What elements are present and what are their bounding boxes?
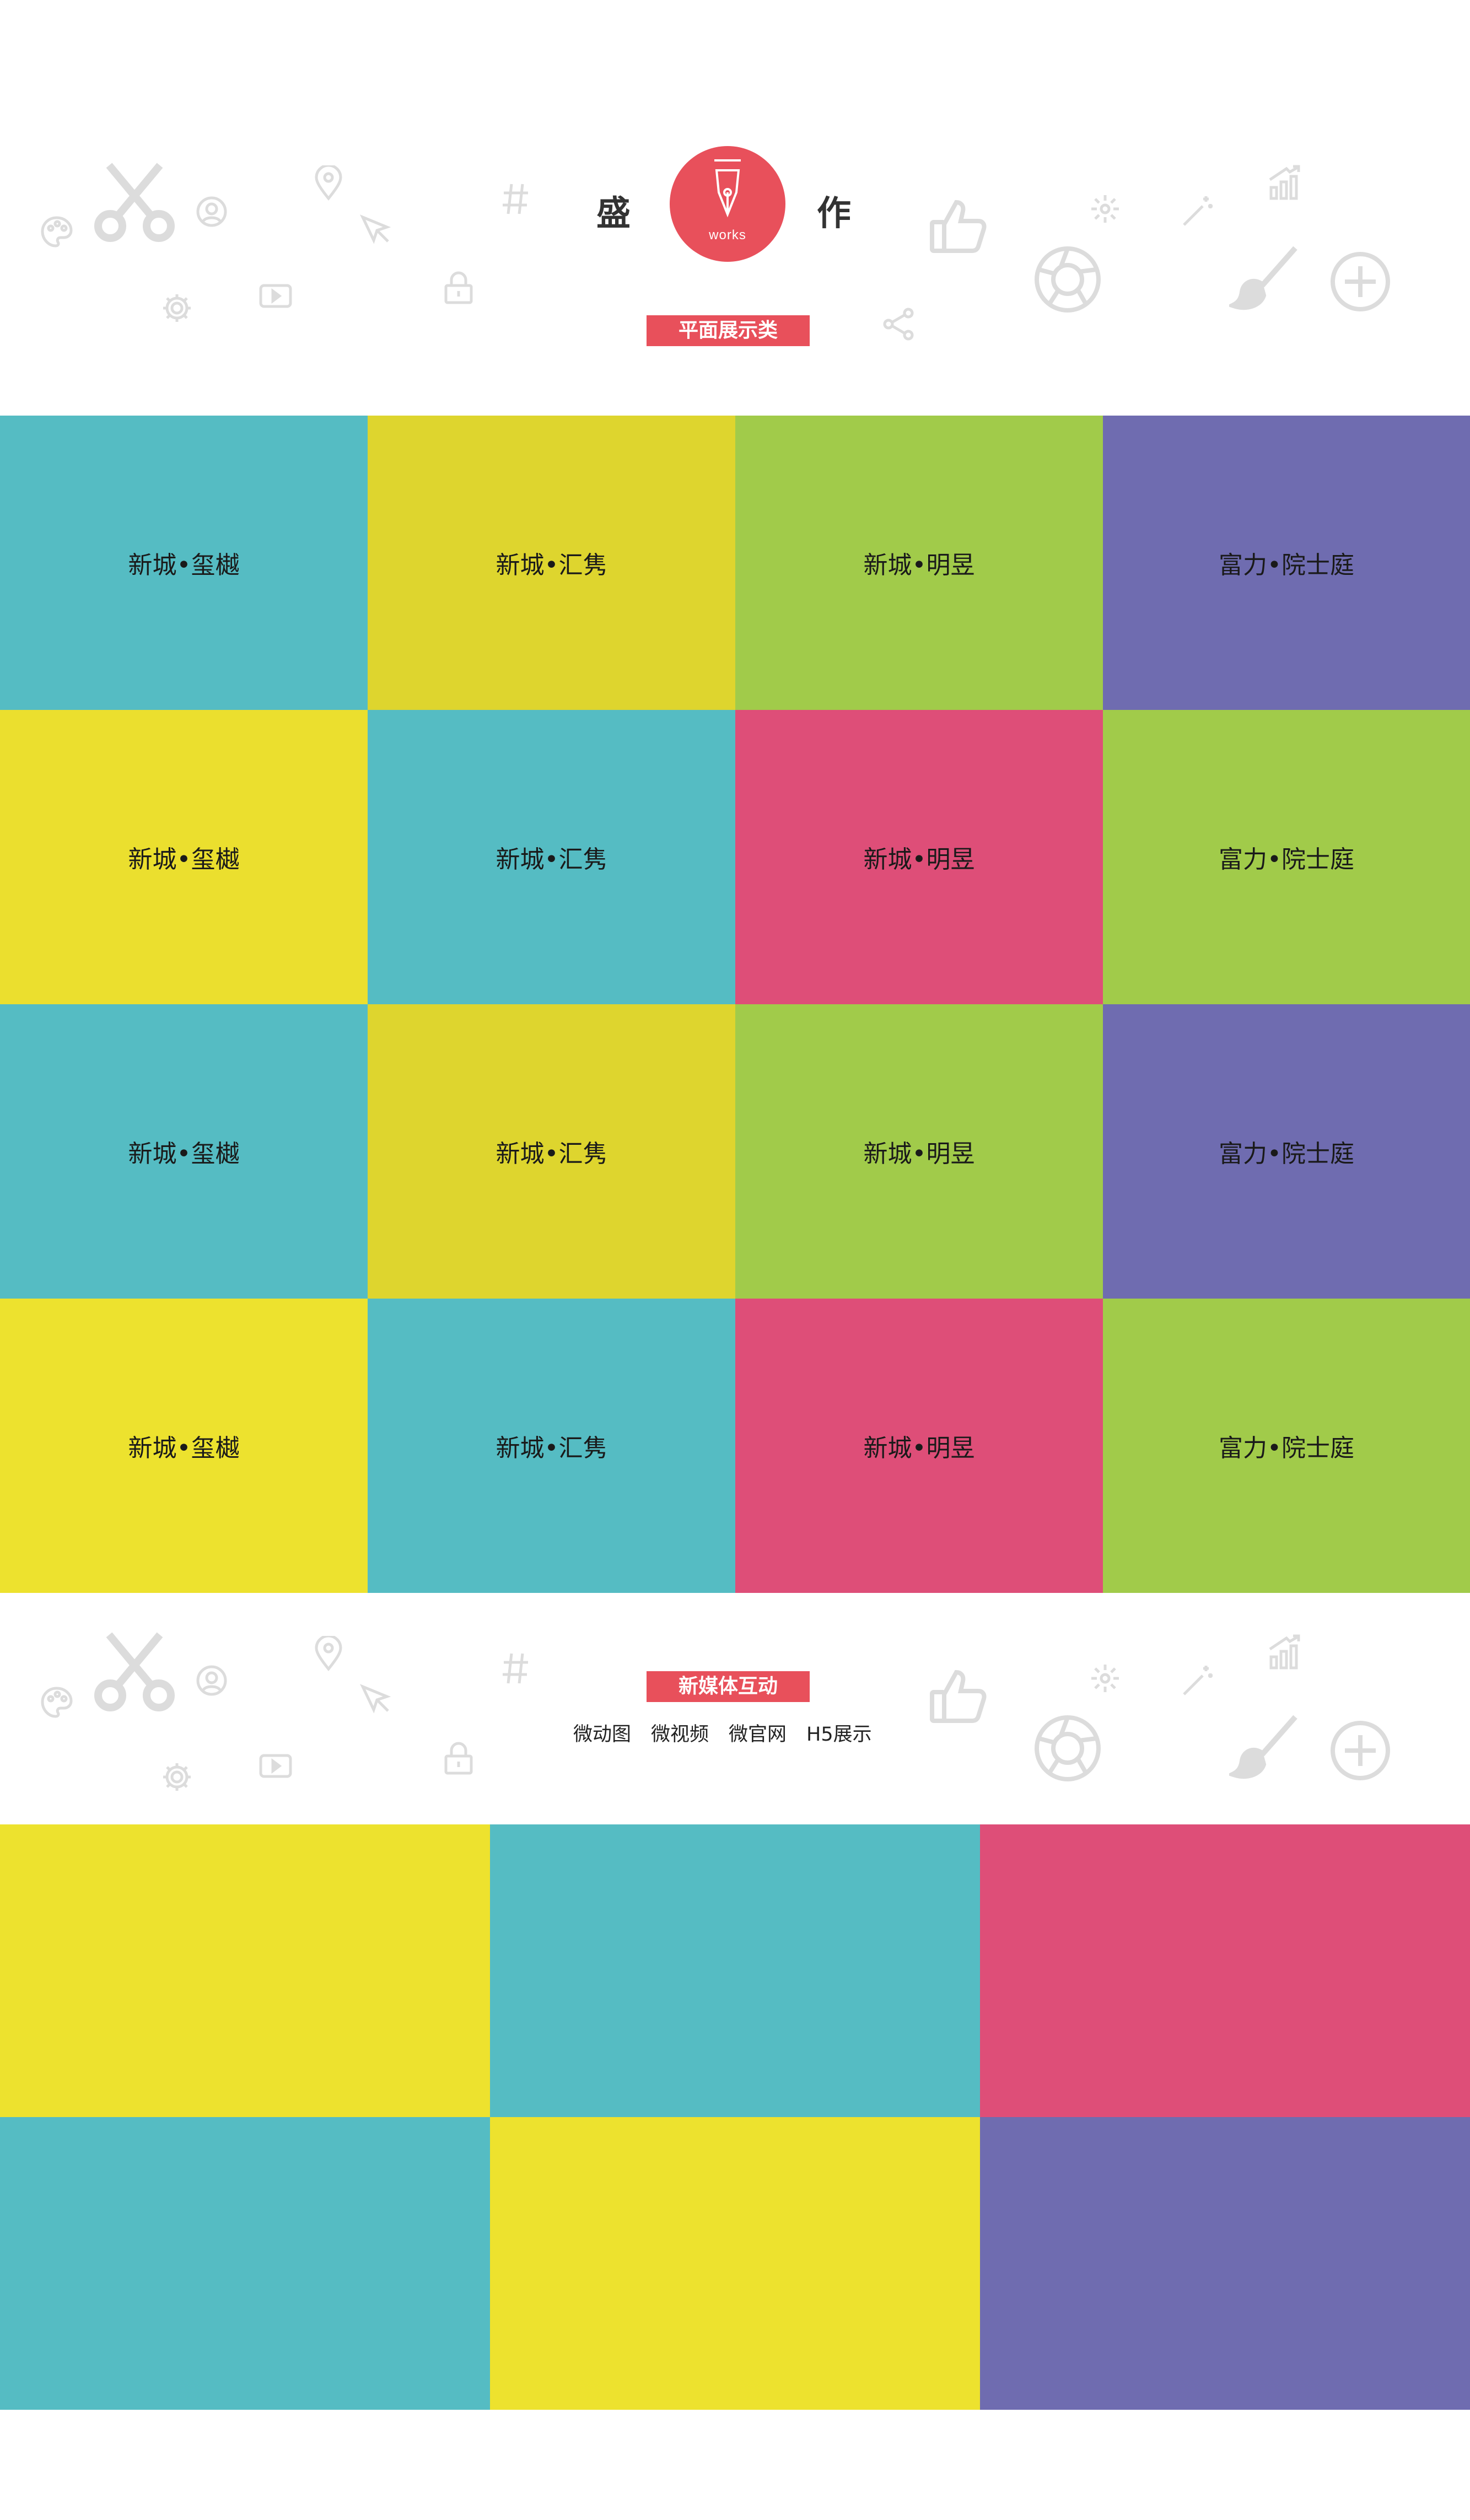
- print-work-tile[interactable]: 富力•院士庭: [1103, 710, 1470, 1004]
- hash-icon: [500, 1651, 530, 1686]
- work-title: 富力•院士庭: [1219, 846, 1354, 874]
- print-work-tile[interactable]: 新城•玺樾: [0, 1299, 368, 1593]
- palette-icon: [40, 1686, 74, 1720]
- fountain-pen-icon: [714, 159, 741, 218]
- print-work-tile[interactable]: 新城•明昱: [735, 1299, 1103, 1593]
- user-circle-icon: [196, 1665, 228, 1697]
- plus-circle-icon: [1329, 1720, 1391, 1781]
- sub-nav-item-gif[interactable]: 微动图: [573, 1719, 631, 1747]
- media-work-tile[interactable]: [0, 1824, 490, 2117]
- print-work-tile[interactable]: 新城•汇隽: [368, 1299, 735, 1593]
- camera-aperture-icon: [1033, 245, 1102, 314]
- media-work-tile[interactable]: [0, 2117, 490, 2410]
- brush-icon: [1229, 243, 1301, 314]
- media-work-tile[interactable]: [980, 1824, 1470, 2117]
- category-badge-print[interactable]: 平面展示类: [647, 315, 810, 346]
- media-header: 新媒体互动: [0, 1593, 1470, 1824]
- sub-nav-item-h5[interactable]: H5展示: [806, 1719, 872, 1747]
- hash-icon: [500, 182, 530, 216]
- camera-aperture-icon: [1033, 1714, 1102, 1783]
- print-work-tile[interactable]: 新城•玺樾: [0, 710, 368, 1004]
- sparkle-icon: [1090, 194, 1120, 224]
- work-title: 新城•玺樾: [128, 1434, 240, 1462]
- lock-icon: [444, 271, 473, 304]
- work-title: 新城•汇隽: [496, 1140, 607, 1168]
- print-work-tile[interactable]: 新城•玺樾: [0, 416, 368, 710]
- work-title: 新城•玺樾: [128, 551, 240, 579]
- media-work-tile[interactable]: [490, 2117, 980, 2410]
- media-works-grid: [0, 1824, 1470, 2410]
- cursor-icon: [359, 214, 392, 247]
- work-title: 富力•院士庭: [1219, 551, 1354, 579]
- sub-nav-item-site[interactable]: 微官网: [729, 1719, 787, 1747]
- work-title: 新城•汇隽: [496, 846, 607, 874]
- plus-circle-icon: [1329, 251, 1391, 313]
- settings-icon: [161, 1761, 193, 1793]
- location-pin-icon: [314, 1636, 343, 1671]
- magic-wand-icon: [1181, 1663, 1215, 1698]
- work-title: 新城•明昱: [863, 1140, 975, 1168]
- print-work-tile[interactable]: 新城•明昱: [735, 1004, 1103, 1299]
- sparkle-icon: [1090, 1663, 1120, 1693]
- share-icon: [883, 308, 915, 341]
- works-logo: works: [670, 146, 785, 262]
- play-icon: [259, 1754, 292, 1778]
- growth-chart-icon: [1268, 1634, 1303, 1670]
- title-left-char: 盛: [596, 193, 631, 233]
- print-work-tile[interactable]: 新城•明昱: [735, 416, 1103, 710]
- print-work-tile[interactable]: 富力•院士庭: [1103, 1004, 1470, 1299]
- work-title: 新城•玺樾: [128, 846, 240, 874]
- thumbs-up-icon: [929, 1666, 989, 1726]
- media-work-tile[interactable]: [980, 2117, 1470, 2410]
- print-works-grid: 新城•玺樾 新城•汇隽 新城•明昱 富力•院士庭 新城•玺樾 新城•汇隽 新城•明昱 富力•院…: [0, 416, 1470, 1593]
- user-circle-icon: [196, 196, 228, 228]
- print-work-tile[interactable]: 新城•汇隽: [368, 1004, 735, 1299]
- work-title: 新城•明昱: [863, 1434, 975, 1462]
- palette-icon: [40, 215, 74, 249]
- scissors-icon: [94, 1629, 176, 1715]
- cursor-icon: [359, 1683, 392, 1716]
- play-icon: [259, 284, 292, 308]
- print-work-tile[interactable]: 新城•汇隽: [368, 416, 735, 710]
- print-work-tile[interactable]: 新城•明昱: [735, 710, 1103, 1004]
- magic-wand-icon: [1181, 194, 1215, 228]
- work-title: 富力•院士庭: [1219, 1140, 1354, 1168]
- growth-chart-icon: [1268, 164, 1303, 201]
- works-header: 盛 works 作 平面展示类: [0, 0, 1470, 416]
- thumbs-up-icon: [929, 196, 989, 256]
- media-work-tile[interactable]: [490, 1824, 980, 2117]
- brush-icon: [1229, 1711, 1301, 1783]
- work-title: 富力•院士庭: [1219, 1434, 1354, 1462]
- scissors-icon: [94, 160, 176, 245]
- logo-word: works: [709, 228, 746, 243]
- print-work-tile[interactable]: 新城•玺樾: [0, 1004, 368, 1299]
- category-badge-media[interactable]: 新媒体互动: [647, 1671, 810, 1702]
- lock-icon: [444, 1742, 473, 1775]
- print-work-tile[interactable]: 新城•汇隽: [368, 710, 735, 1004]
- work-title: 新城•玺樾: [128, 1140, 240, 1168]
- title-right-char: 作: [817, 193, 852, 233]
- work-title: 新城•汇隽: [496, 1434, 607, 1462]
- print-work-tile[interactable]: 富力•院士庭: [1103, 416, 1470, 710]
- work-title: 新城•明昱: [863, 846, 975, 874]
- work-title: 新城•明昱: [863, 551, 975, 579]
- media-sub-nav: 微动图 微视频 微官网 H5展示: [573, 1719, 872, 1747]
- settings-icon: [161, 292, 193, 324]
- sub-nav-item-video[interactable]: 微视频: [651, 1719, 709, 1747]
- location-pin-icon: [314, 165, 343, 201]
- print-work-tile[interactable]: 富力•院士庭: [1103, 1299, 1470, 1593]
- work-title: 新城•汇隽: [496, 551, 607, 579]
